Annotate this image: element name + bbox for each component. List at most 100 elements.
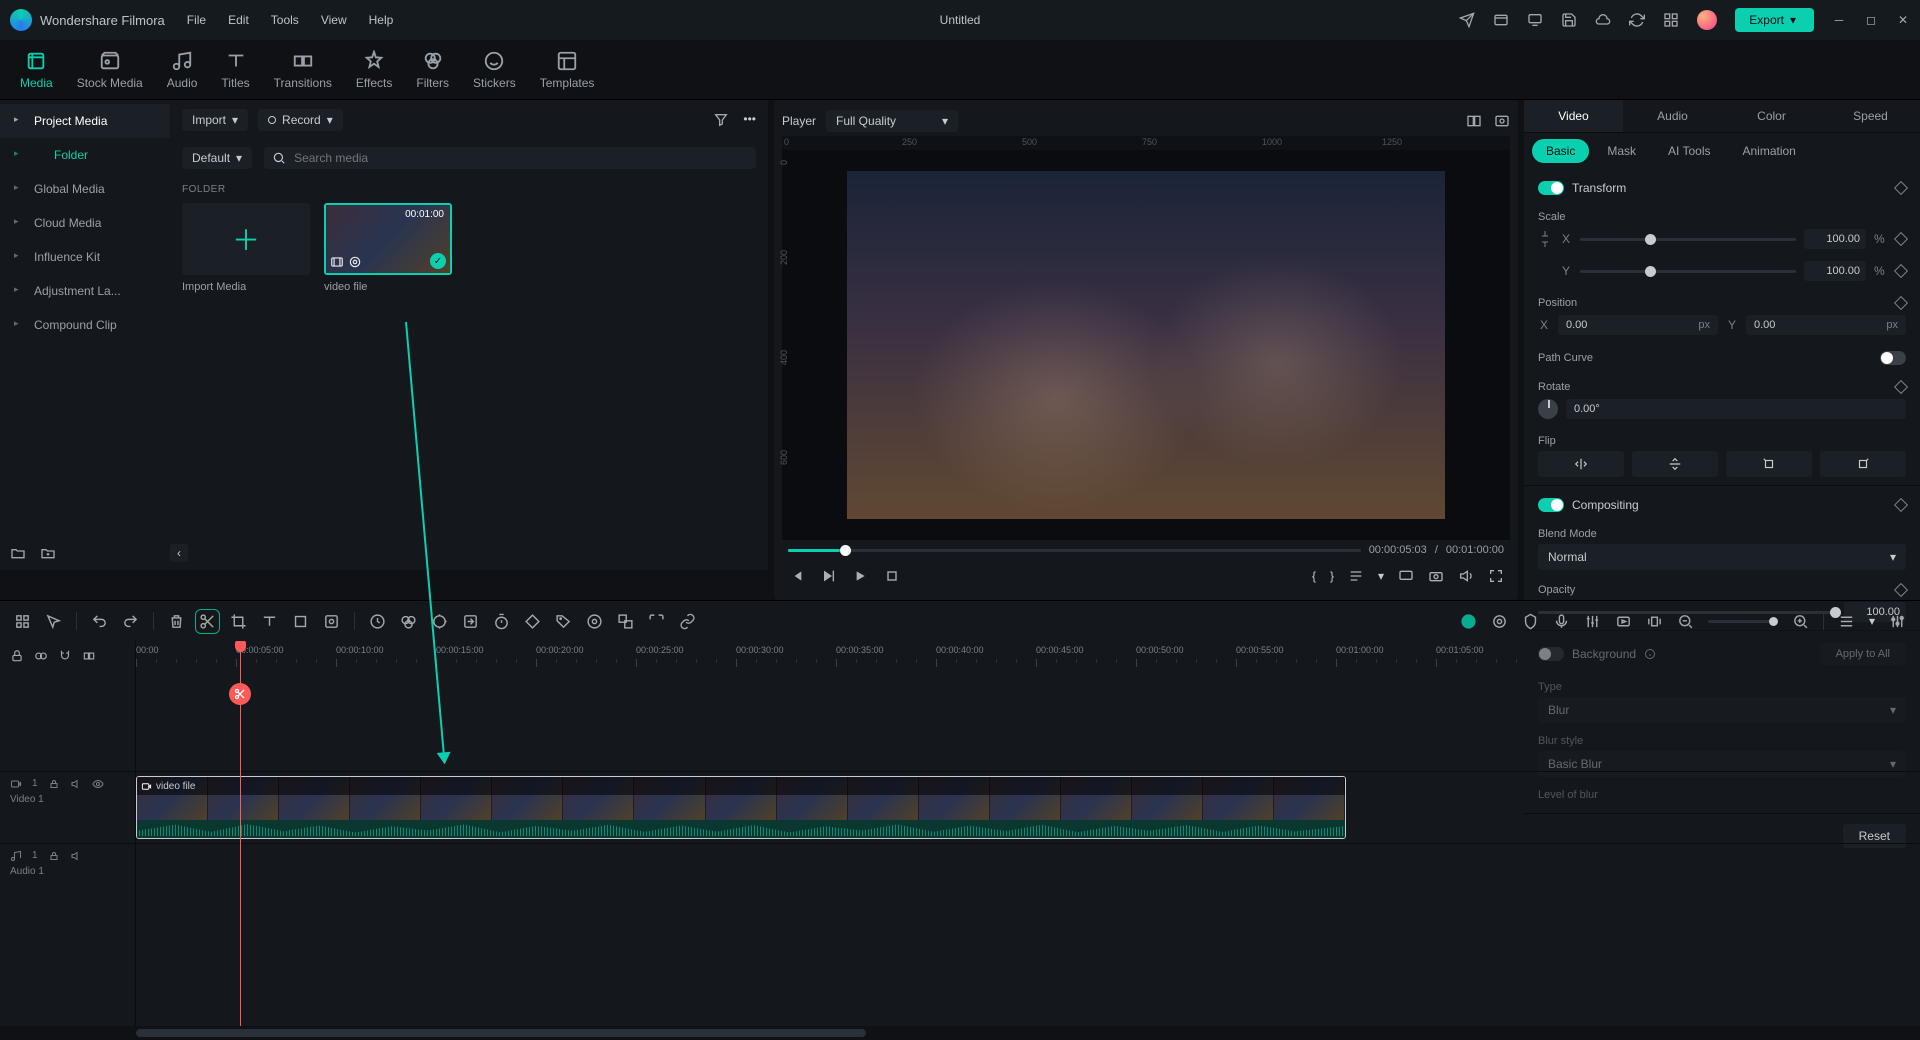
keyframe-icon[interactable] [1894,380,1908,394]
module-stock[interactable]: Stock Media [77,50,143,90]
subtab-aitools[interactable]: AI Tools [1654,139,1724,163]
import-dropdown[interactable]: Import▾ [182,109,248,131]
unlink-icon[interactable] [679,613,696,630]
undo-icon[interactable] [91,613,108,630]
filter-icon[interactable] [713,112,729,128]
group-icon[interactable] [617,613,634,630]
fullscreen-icon[interactable] [1488,568,1504,584]
sort-dropdown[interactable]: Default▾ [182,147,252,169]
split-marker-icon[interactable] [229,683,251,705]
list-view-icon[interactable] [1838,613,1855,630]
tab-color[interactable]: Color [1722,100,1821,132]
rotate-input[interactable]: 0.00° [1566,399,1906,419]
module-transitions[interactable]: Transitions [274,50,332,90]
menu-tools[interactable]: Tools [271,13,299,27]
compositing-toggle[interactable] [1538,498,1564,512]
video-track-header[interactable]: 1 Video 1 [0,771,135,843]
mute-icon[interactable] [70,778,82,790]
lock-all-icon[interactable] [10,649,24,663]
module-templates[interactable]: Templates [540,50,595,90]
motion-track-icon[interactable] [586,613,603,630]
sidebar-item-cloud-media[interactable]: Cloud Media [0,206,170,240]
snapshot-mode-icon[interactable] [1494,113,1510,129]
zoom-out-icon[interactable] [1677,613,1694,630]
transform-toggle[interactable] [1538,181,1564,195]
lock-icon[interactable] [48,778,60,790]
sidebar-item-compound-clip[interactable]: Compound Clip [0,308,170,342]
sidebar-item-adjustment-layer[interactable]: Adjustment La... [0,274,170,308]
tab-audio[interactable]: Audio [1623,100,1722,132]
speed-icon[interactable] [369,613,386,630]
audio-track-header[interactable]: 1 Audio 1 [0,843,135,899]
marker-icon[interactable] [1522,613,1539,630]
lock-icon[interactable] [48,850,60,862]
refresh-icon[interactable] [1629,12,1645,28]
mic-icon[interactable] [1553,613,1570,630]
settings-icon[interactable] [1889,613,1906,630]
send-icon[interactable] [1459,12,1475,28]
mixer-icon[interactable] [1584,613,1601,630]
play-button[interactable] [852,568,868,584]
mosaic-icon[interactable] [323,613,340,630]
import-media-tile[interactable]: ＋ Import Media [182,203,310,293]
render-icon[interactable] [1615,613,1632,630]
scale-x-value[interactable]: 100.00 [1804,229,1866,249]
record-dropdown[interactable]: Record▾ [258,109,343,131]
cursor-icon[interactable] [45,613,62,630]
keyframe-tool-icon[interactable] [524,613,541,630]
timeline-scrollbar[interactable] [0,1026,1920,1040]
module-titles[interactable]: Titles [221,50,249,90]
eye-icon[interactable] [92,778,104,790]
scrub-bar[interactable] [788,549,1361,552]
sidebar-item-folder[interactable]: Folder [0,138,170,172]
grid-snap-icon[interactable] [14,613,31,630]
timer-icon[interactable] [493,613,510,630]
position-x-input[interactable]: 0.00px [1558,315,1718,335]
subtab-mask[interactable]: Mask [1593,139,1650,163]
keyframe-icon[interactable] [1894,296,1908,310]
subtab-animation[interactable]: Animation [1728,139,1809,163]
keyframe-icon[interactable] [1894,181,1908,195]
sidebar-item-project-media[interactable]: Project Media [0,104,170,138]
new-folder-icon[interactable] [40,545,56,561]
list-icon[interactable] [1348,568,1364,584]
timeline-canvas[interactable]: 00:0000:00:05:0000:00:10:0000:00:15:0000… [136,641,1920,1026]
tag-icon[interactable] [555,613,572,630]
delete-icon[interactable] [168,613,185,630]
timeline-ruler[interactable]: 00:0000:00:05:0000:00:10:0000:00:15:0000… [136,641,1920,671]
split-icon[interactable] [199,613,216,630]
display-icon[interactable] [1398,568,1414,584]
sidebar-item-global-media[interactable]: Global Media [0,172,170,206]
mute-icon[interactable] [70,850,82,862]
user-avatar[interactable] [1697,10,1717,30]
tab-speed[interactable]: Speed [1821,100,1920,132]
more-menu[interactable]: ••• [743,112,756,128]
collapse-sidebar-button[interactable]: ‹ [170,544,188,562]
layout-compare-icon[interactable] [1466,113,1482,129]
scale-x-slider[interactable] [1580,238,1796,241]
ai-badge-icon[interactable] [1460,613,1477,630]
timeline-clip[interactable]: video file [136,776,1346,839]
export-clip-icon[interactable] [462,613,479,630]
menu-edit[interactable]: Edit [228,13,249,27]
sidebar-item-influence-kit[interactable]: Influence Kit [0,240,170,274]
camera-icon[interactable] [1428,568,1444,584]
module-audio[interactable]: Audio [167,50,198,90]
module-filters[interactable]: Filters [416,50,449,90]
magnet-icon[interactable] [58,649,72,663]
play-pause-button[interactable] [820,568,836,584]
rotate-dial[interactable] [1538,399,1558,419]
flip-horizontal-button[interactable] [1538,451,1624,477]
keyframe-icon[interactable] [1894,498,1908,512]
coverflow-icon[interactable] [1646,613,1663,630]
stop-button[interactable] [884,568,900,584]
module-media[interactable]: Media [20,50,53,90]
maximize-button[interactable]: ◻ [1864,13,1878,27]
save-icon[interactable] [1561,12,1577,28]
scale-y-value[interactable]: 100.00 [1804,261,1866,281]
redo-icon[interactable] [122,613,139,630]
close-button[interactable]: ✕ [1896,13,1910,27]
pathcurve-toggle[interactable] [1880,351,1906,365]
blend-mode-select[interactable]: Normal▾ [1538,544,1906,570]
audio-track[interactable] [136,843,1920,899]
